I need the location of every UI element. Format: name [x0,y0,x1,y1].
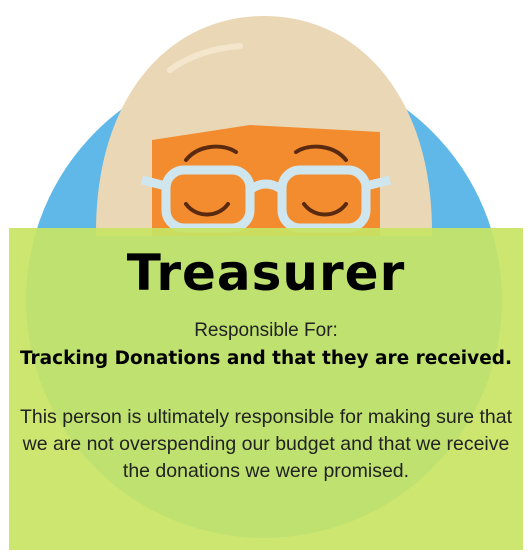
responsibility-text: Tracking Donations and that they are rec… [19,348,513,369]
role-title: Treasurer [126,244,406,302]
responsible-for-label: Responsible For: [194,320,338,341]
role-card-page: Treasurer Responsible For: Tracking Dona… [0,0,528,560]
role-info-card: Treasurer Responsible For: Tracking Dona… [9,228,523,550]
role-description: This person is ultimately responsible fo… [19,406,513,482]
